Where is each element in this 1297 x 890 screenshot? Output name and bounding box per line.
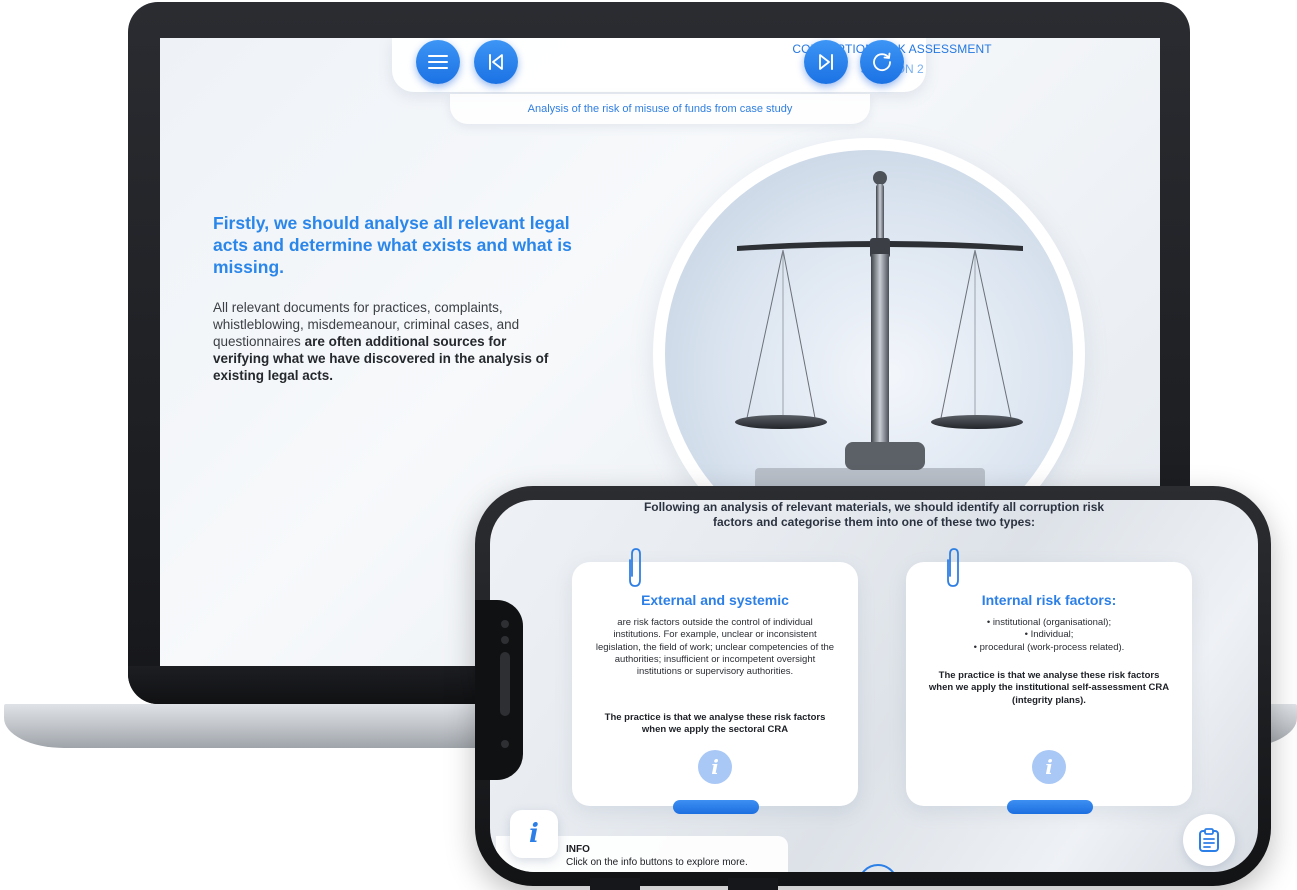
camera-dot — [501, 620, 509, 628]
phone-button — [590, 878, 640, 890]
phone-screen: Following an analysis of relevant materi… — [490, 500, 1258, 872]
next-button-partial[interactable] — [858, 864, 898, 872]
info-text: Click on the info buttons to explore mor… — [566, 857, 748, 868]
speaker-grille — [500, 652, 510, 716]
restart-button[interactable] — [860, 40, 904, 84]
info-title: INFO — [566, 844, 590, 855]
notes-button[interactable] — [1183, 814, 1235, 866]
card-info-button[interactable]: i — [1032, 750, 1066, 784]
menu-icon — [428, 55, 448, 69]
slide-subtitle: Analysis of the risk of misuse of funds … — [527, 103, 793, 115]
sensor-dot — [501, 740, 509, 748]
card-body: are risk factors outside the control of … — [595, 617, 835, 678]
card-title: External and systemic — [641, 592, 789, 608]
phone-button — [728, 878, 778, 890]
list-item: • institutional (organisational); — [986, 617, 1112, 628]
card-practice-note: The practice is that we analyse these ri… — [928, 670, 1170, 706]
card-info-bar[interactable] — [673, 800, 759, 814]
slide-heading: Firstly, we should analyse all relevant … — [213, 213, 572, 277]
restart-icon — [873, 52, 891, 72]
risk-card-external: External and systemic are risk factors o… — [572, 548, 858, 806]
card-title: Internal risk factors: — [981, 592, 1117, 608]
next-slide-button[interactable] — [804, 40, 848, 84]
previous-slide-button[interactable] — [474, 40, 518, 84]
paperclip-icon — [629, 548, 641, 587]
card-practice-note: The practice is that we analyse these ri… — [604, 712, 826, 736]
phone-intro-text: Following an analysis of relevant materi… — [643, 500, 1105, 529]
slide-subtitle-bar: Analysis of the risk of misuse of funds … — [450, 94, 870, 124]
phone-notch — [475, 600, 523, 780]
course-header-bar: CORRUPTION RISK ASSESSMENT SESSION 2 — [392, 38, 992, 92]
card-info-button[interactable]: i — [698, 750, 732, 784]
skip-forward-icon — [819, 54, 833, 70]
sensor-dot — [501, 636, 509, 644]
card-list: • institutional (organisational); • Indi… — [928, 617, 1170, 654]
paperclip-icon — [947, 548, 959, 587]
menu-button[interactable] — [416, 40, 460, 84]
skip-back-icon — [489, 54, 503, 70]
list-item: • Individual; — [1024, 629, 1074, 641]
risk-card-internal: Internal risk factors: • institutional (… — [906, 548, 1192, 806]
card-info-bar[interactable] — [1007, 800, 1093, 814]
clipboard-icon — [1199, 828, 1219, 852]
info-button[interactable]: i — [510, 810, 558, 858]
list-item: • procedural (work-process related). — [973, 641, 1125, 653]
slide-body-text: All relevant documents for practices, co… — [213, 299, 563, 384]
